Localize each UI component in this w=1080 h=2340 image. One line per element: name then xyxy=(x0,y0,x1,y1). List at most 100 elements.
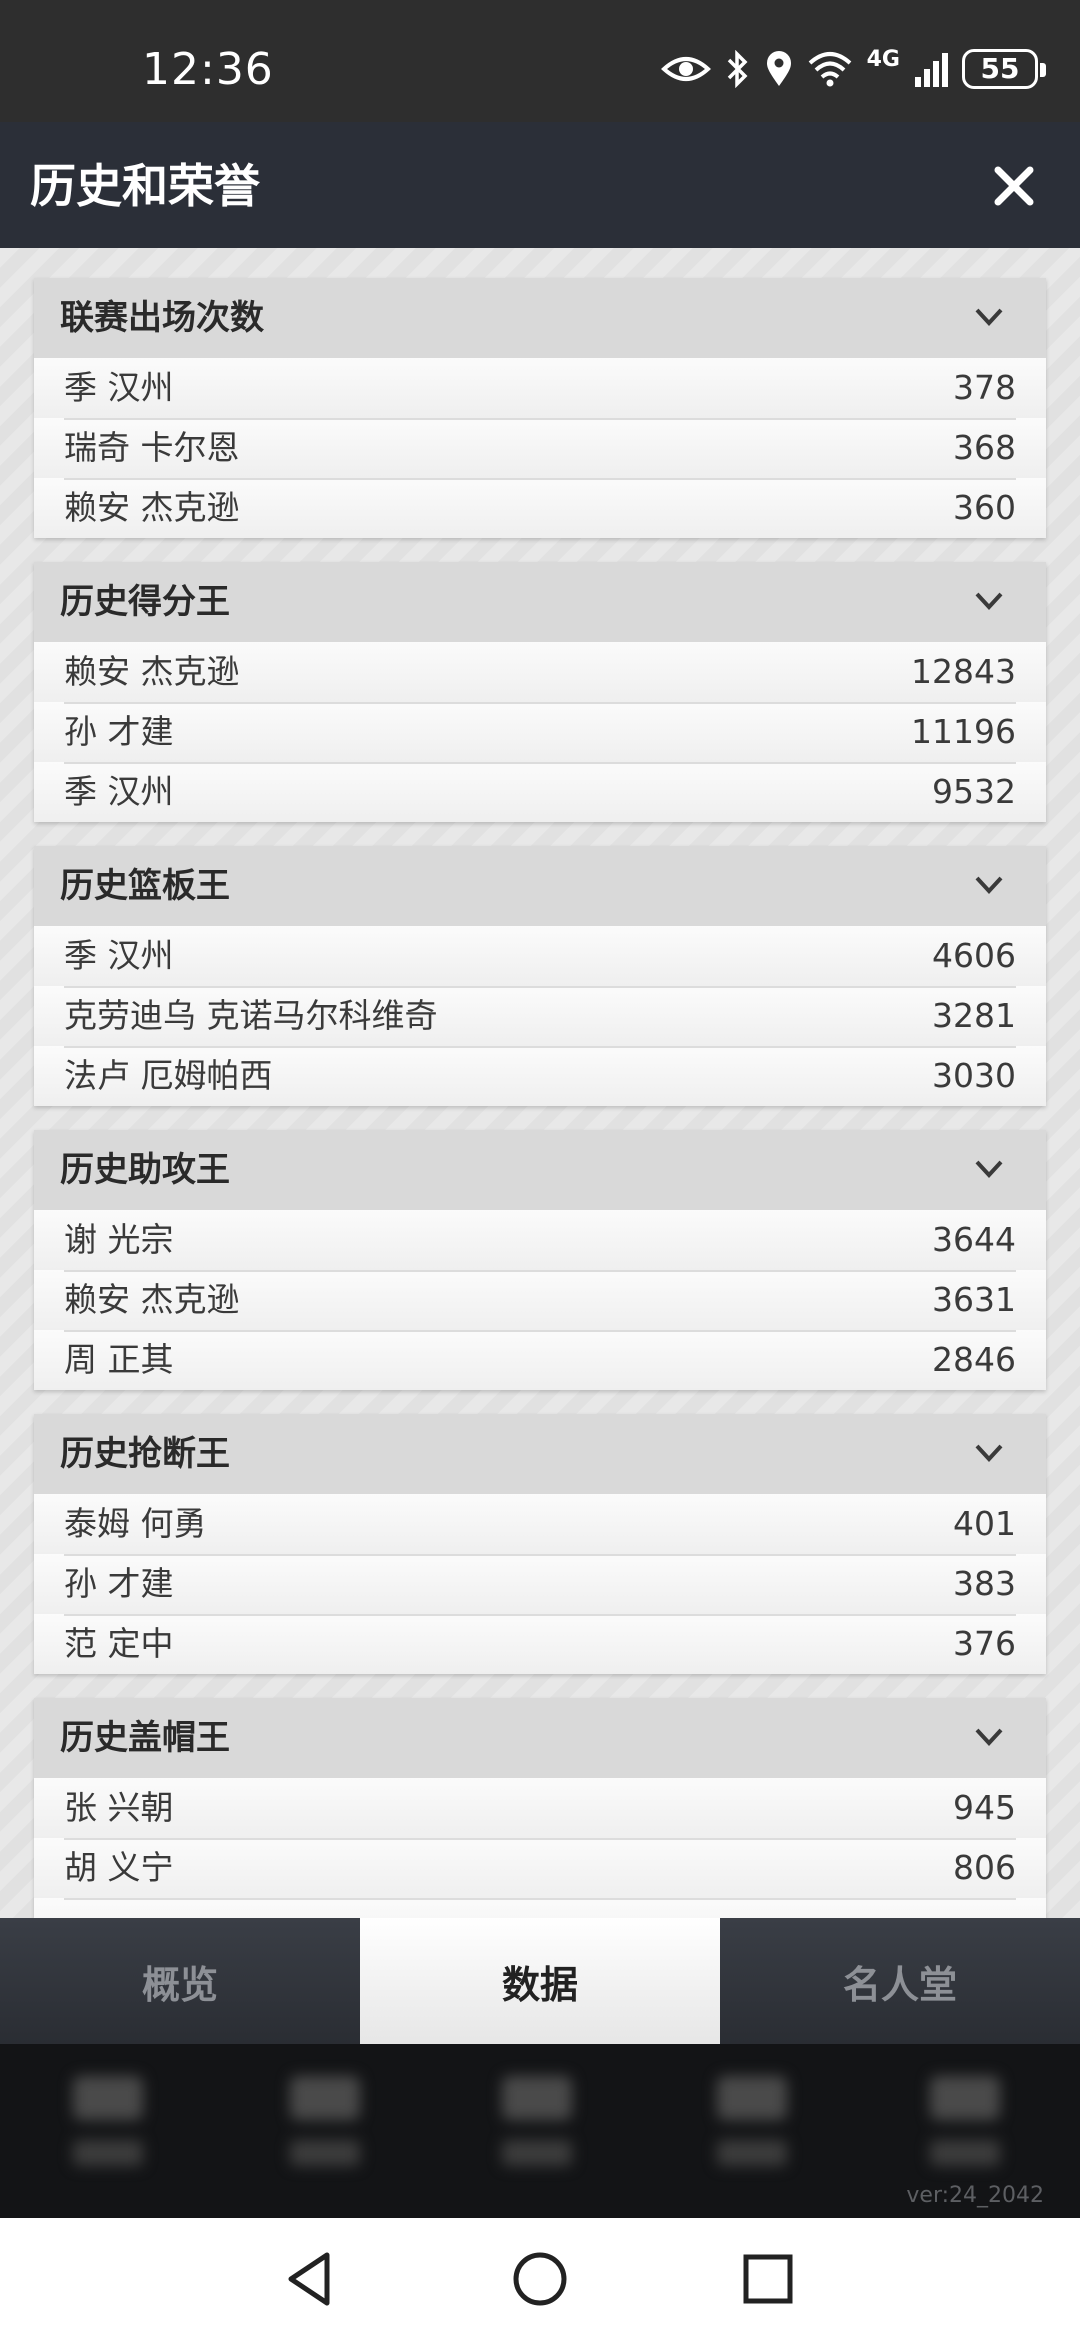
tab-hall-of-fame[interactable]: 名人堂 xyxy=(720,1918,1080,2044)
close-button[interactable] xyxy=(984,156,1044,216)
system-nav-bar xyxy=(0,2218,1080,2340)
player-name: 胡 义宁 xyxy=(64,1848,174,1887)
stat-value: 401 xyxy=(953,1504,1016,1543)
card-title: 历史助攻王 xyxy=(60,1150,230,1190)
table-row: 胡 义宁 806 xyxy=(34,1838,1046,1898)
card-header[interactable]: 联赛出场次数 xyxy=(34,278,1046,358)
stat-value: 368 xyxy=(953,428,1016,467)
table-row: 谢 光宗 3644 xyxy=(34,1210,1046,1270)
stat-card-appearances: 联赛出场次数 季 汉州 378 瑞奇 卡尔恩 368 赖安 杰克逊 360 xyxy=(34,278,1046,538)
player-name: 法卢 厄姆帕西 xyxy=(64,1056,273,1095)
table-row: 赖安 杰克逊 3631 xyxy=(34,1270,1046,1330)
table-row: 季 汉州 378 xyxy=(34,358,1046,418)
chevron-down-icon xyxy=(975,308,1003,326)
player-name: 泰姆 何勇 xyxy=(64,1504,207,1543)
table-row: 孙 才建 383 xyxy=(34,1554,1046,1614)
stat-value: 2846 xyxy=(932,1340,1016,1379)
stat-value: 3644 xyxy=(932,1220,1016,1259)
home-button[interactable] xyxy=(505,2244,575,2314)
back-triangle-icon xyxy=(288,2252,330,2306)
player-name: 瑞奇 卡尔恩 xyxy=(64,428,240,467)
stat-value: 9532 xyxy=(932,772,1016,811)
status-bar: 12:36 4G 55 xyxy=(0,0,1080,122)
player-name: 张 兴朝 xyxy=(64,1788,174,1827)
bluetooth-icon xyxy=(727,50,748,88)
player-name: 周 正其 xyxy=(64,1340,174,1379)
table-row: 季 汉州 4606 xyxy=(34,926,1046,986)
card-title: 历史得分王 xyxy=(60,582,230,622)
card-header[interactable]: 历史得分王 xyxy=(34,562,1046,642)
network-label: 4G xyxy=(866,46,900,72)
player-name: 赖安 杰克逊 xyxy=(64,1280,240,1319)
table-row: 季 汉州 9532 xyxy=(34,762,1046,822)
table-row: 周 正其 2846 xyxy=(34,1330,1046,1390)
wifi-icon xyxy=(808,52,851,87)
recents-button[interactable] xyxy=(733,2244,803,2314)
blurred-game-nav: ver:24_2042 xyxy=(0,2044,1080,2218)
blurred-nav-item xyxy=(285,2076,365,2186)
page-title: 历史和荣誉 xyxy=(30,159,260,213)
stat-card-rebounds: 历史篮板王 季 汉州 4606 克劳迪乌 克诺马尔科维奇 3281 法卢 厄姆帕… xyxy=(34,846,1046,1106)
stat-value: 360 xyxy=(953,488,1016,527)
stats-list[interactable]: 联赛出场次数 季 汉州 378 瑞奇 卡尔恩 368 赖安 杰克逊 360 历史… xyxy=(0,248,1080,1918)
player-name: 季 汉州 xyxy=(64,368,174,407)
table-row: 法卢 厄姆帕西 3030 xyxy=(34,1046,1046,1106)
chevron-down-icon xyxy=(975,1160,1003,1178)
blurred-nav-item xyxy=(925,2076,1005,2186)
stat-card-steals: 历史抢断王 泰姆 何勇 401 孙 才建 383 范 定中 376 xyxy=(34,1414,1046,1674)
blurred-nav-item xyxy=(497,2076,577,2186)
stat-value: 12843 xyxy=(911,652,1016,691)
table-row xyxy=(34,1898,1046,1918)
card-header[interactable]: 历史抢断王 xyxy=(34,1414,1046,1494)
card-title: 历史抢断王 xyxy=(60,1434,230,1474)
stat-value: 3281 xyxy=(932,996,1016,1035)
chevron-down-icon xyxy=(975,592,1003,610)
player-name: 季 汉州 xyxy=(64,936,174,975)
card-title: 联赛出场次数 xyxy=(60,298,264,338)
stat-card-points: 历史得分王 赖安 杰克逊 12843 孙 才建 11196 季 汉州 9532 xyxy=(34,562,1046,822)
location-icon xyxy=(766,51,791,86)
player-name: 赖安 杰克逊 xyxy=(64,488,240,527)
player-name: 谢 光宗 xyxy=(64,1220,174,1259)
signal-icon xyxy=(915,53,948,87)
player-name: 季 汉州 xyxy=(64,772,174,811)
table-row: 赖安 杰克逊 360 xyxy=(34,478,1046,538)
tab-bar: 概览 数据 名人堂 xyxy=(0,1918,1080,2044)
back-button[interactable] xyxy=(274,2244,344,2314)
table-row: 克劳迪乌 克诺马尔科维奇 3281 xyxy=(34,986,1046,1046)
blurred-nav-item xyxy=(712,2076,792,2186)
chevron-down-icon xyxy=(975,876,1003,894)
battery-indicator: 55 xyxy=(962,49,1046,89)
stat-value: 11196 xyxy=(911,712,1016,751)
version-label: ver:24_2042 xyxy=(906,2183,1044,2208)
table-row: 泰姆 何勇 401 xyxy=(34,1494,1046,1554)
stat-value: 383 xyxy=(953,1564,1016,1603)
player-name: 孙 才建 xyxy=(64,1564,174,1603)
stat-value: 4606 xyxy=(932,936,1016,975)
status-icons: 4G 55 xyxy=(660,44,1046,94)
tab-overview[interactable]: 概览 xyxy=(0,1918,360,2044)
chevron-down-icon xyxy=(975,1728,1003,1746)
tab-data[interactable]: 数据 xyxy=(360,1918,720,2044)
stat-value: 945 xyxy=(953,1788,1016,1827)
card-header[interactable]: 历史助攻王 xyxy=(34,1130,1046,1210)
blurred-nav-item xyxy=(68,2076,148,2186)
status-time: 12:36 xyxy=(142,44,274,95)
chevron-down-icon xyxy=(975,1444,1003,1462)
card-header[interactable]: 历史篮板王 xyxy=(34,846,1046,926)
table-row: 范 定中 376 xyxy=(34,1614,1046,1674)
card-title: 历史盖帽王 xyxy=(60,1718,230,1758)
table-row: 张 兴朝 945 xyxy=(34,1778,1046,1838)
table-row: 赖安 杰克逊 12843 xyxy=(34,642,1046,702)
stat-value: 376 xyxy=(953,1624,1016,1663)
home-circle-icon xyxy=(513,2252,567,2306)
stat-value: 3030 xyxy=(932,1056,1016,1095)
eye-icon xyxy=(660,57,711,81)
stat-value: 378 xyxy=(953,368,1016,407)
stat-card-blocks: 历史盖帽王 张 兴朝 945 胡 义宁 806 xyxy=(34,1698,1046,1918)
card-title: 历史篮板王 xyxy=(60,866,230,906)
player-name: 克劳迪乌 克诺马尔科维奇 xyxy=(64,996,438,1035)
card-header[interactable]: 历史盖帽王 xyxy=(34,1698,1046,1778)
close-icon xyxy=(994,166,1034,206)
player-name: 范 定中 xyxy=(64,1624,174,1663)
